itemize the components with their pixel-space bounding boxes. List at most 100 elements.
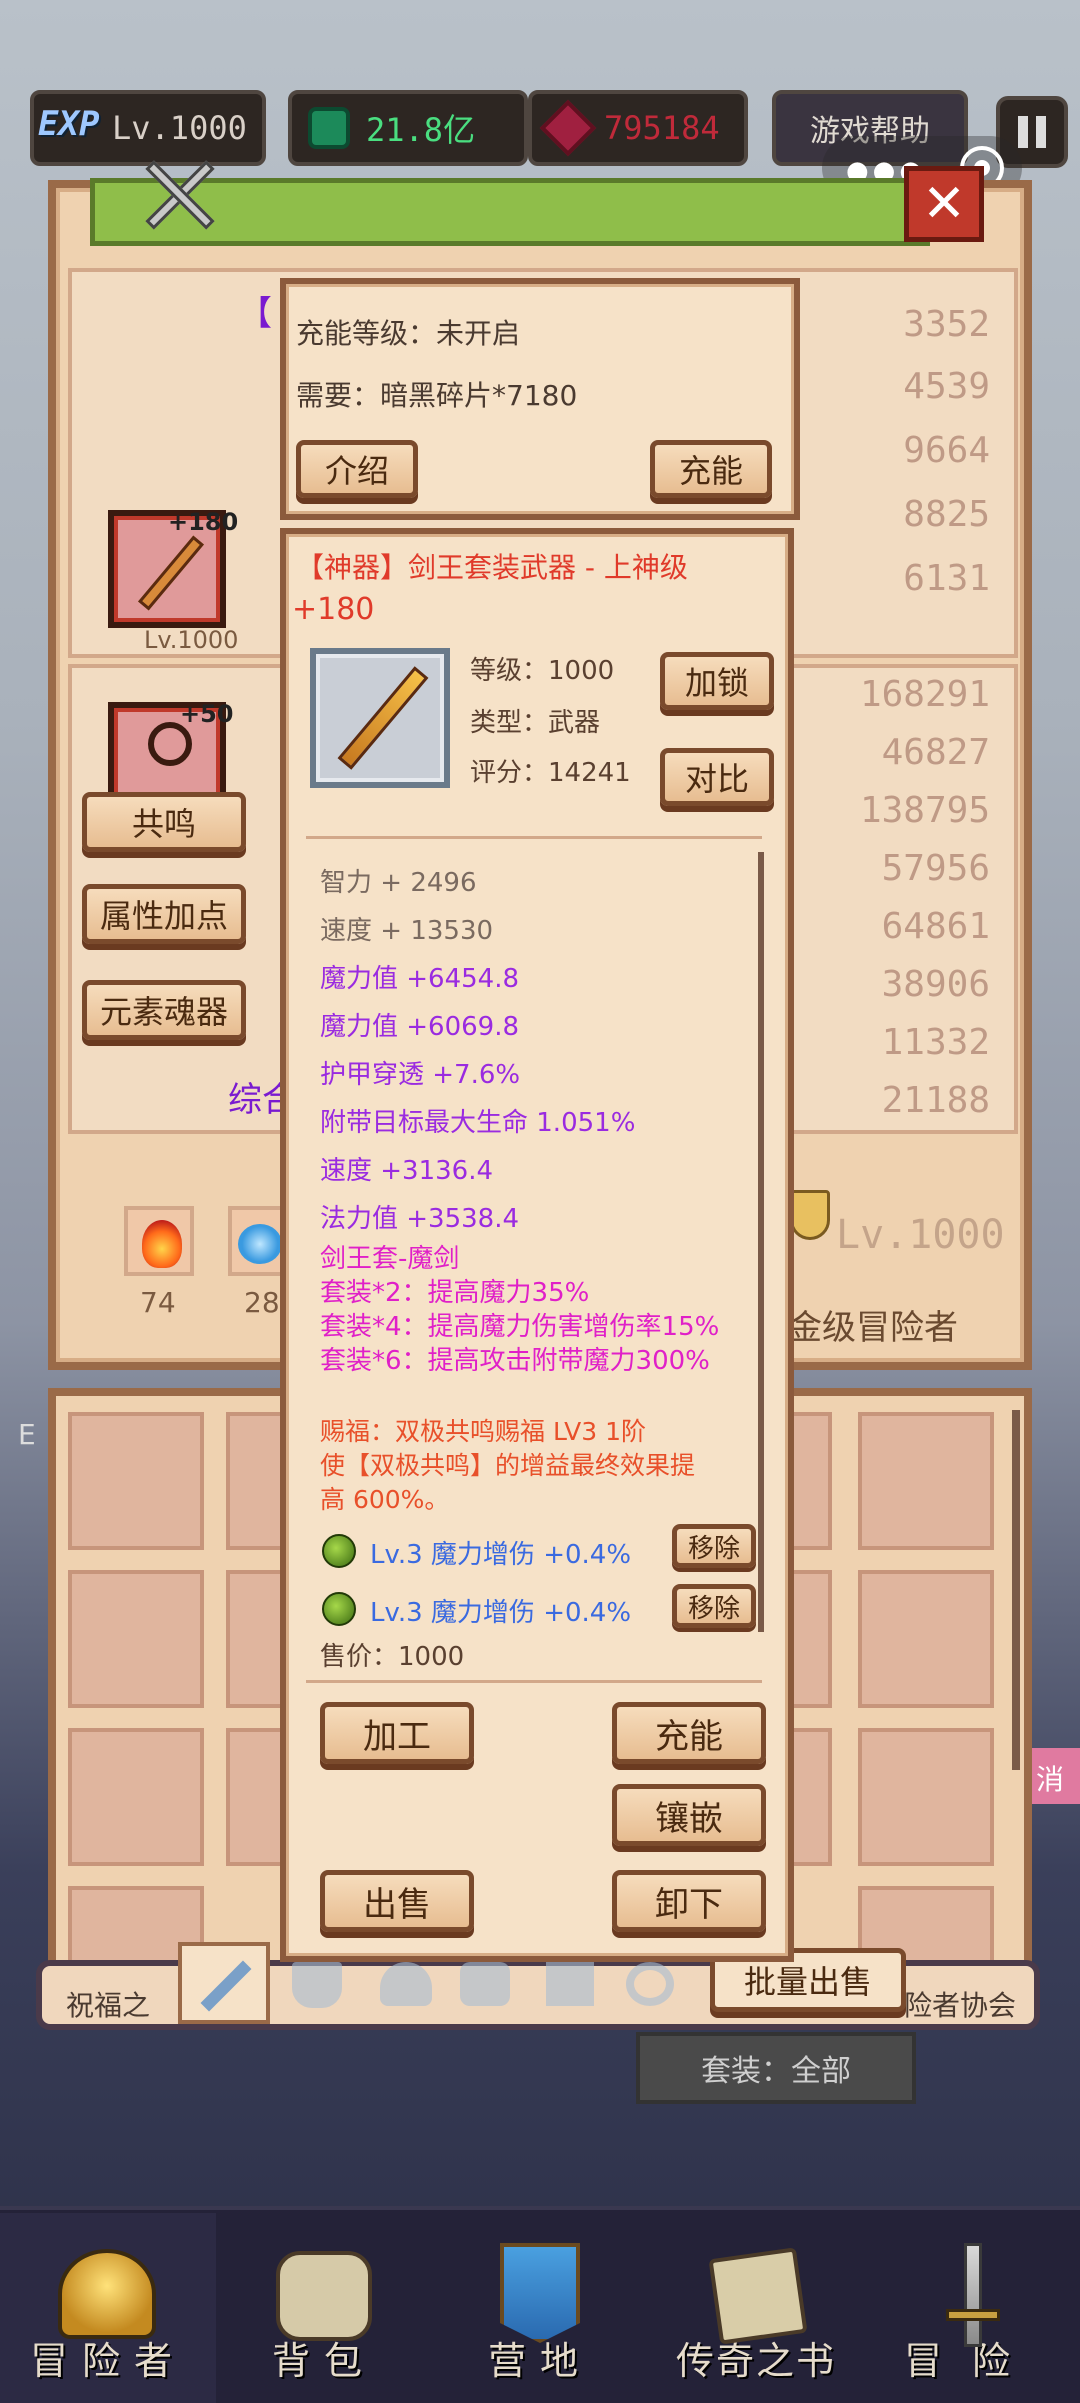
item-icon-frame — [310, 648, 450, 788]
charge-requirement-text: 需要：暗黑碎片*7180 — [296, 379, 578, 412]
item-score: 评分：14241 — [470, 758, 631, 788]
set-bonus: 套装*6：提高攻击附带魔力300% — [320, 1346, 710, 1376]
charge-button[interactable]: 充能 — [612, 1702, 766, 1764]
set-name: 剑王套-魔剑 — [320, 1244, 460, 1274]
attribute-line: 护甲穿透 +7.6% — [320, 1060, 521, 1090]
element-soul-button[interactable]: 元素魂器 — [82, 980, 246, 1040]
stat-value: 64861 — [881, 906, 990, 947]
lock-button[interactable]: 加锁 — [660, 652, 774, 710]
accessory-slot-plus: +50 — [180, 700, 234, 728]
nav-legend-book[interactable]: 传奇之书 — [648, 2213, 864, 2403]
adventurer-guild-fragment: 险者协会 — [904, 1989, 1017, 2022]
blessing-line: 高 600%。 — [320, 1485, 450, 1514]
pause-icon-bar — [1036, 116, 1046, 148]
sell-price: 售价：1000 — [320, 1642, 465, 1672]
set-filter-dropdown[interactable]: 套装：全部 — [636, 2032, 916, 2104]
cancel-fragment: 消 — [1036, 1763, 1065, 1796]
compare-button[interactable]: 对比 — [660, 748, 774, 806]
attribute-line: 魔力值 +6454.8 — [320, 964, 520, 994]
stat-value: 4539 — [903, 366, 990, 407]
backpack-icon — [276, 2251, 372, 2341]
pause-icon — [1018, 116, 1028, 148]
gems-count: 21.8亿 — [366, 111, 476, 149]
green-gem-icon — [322, 1592, 356, 1626]
fire-element-count: 74 — [140, 1286, 176, 1319]
inventory-slot[interactable] — [858, 1728, 994, 1866]
attributes-scrollbar[interactable] — [758, 852, 764, 1632]
stat-value: 3352 — [903, 304, 990, 345]
tab-armor[interactable] — [292, 1962, 342, 2008]
stat-value: 9664 — [903, 430, 990, 471]
water-element-icon[interactable] — [228, 1206, 288, 1276]
rubies-count: 795184 — [604, 109, 720, 147]
nav-backpack[interactable]: 背包 — [216, 2213, 432, 2403]
stat-value: 38906 — [881, 964, 990, 1005]
stat-value: 11332 — [881, 1022, 990, 1063]
shield-icon — [790, 1190, 830, 1240]
rubies-pill: 795184 — [528, 90, 748, 166]
resonance-button[interactable]: 共鸣 — [82, 792, 246, 852]
stat-value: 57956 — [881, 848, 990, 889]
inventory-scrollbar[interactable] — [1012, 1410, 1020, 1770]
item-type: 类型：武器 — [470, 708, 601, 738]
item-level: 等级：1000 — [470, 656, 615, 686]
compare-label: 对比 — [684, 760, 749, 798]
bulk-sell-label: 批量出售 — [743, 1963, 872, 2001]
remove-gem-button[interactable]: 移除 — [672, 1524, 756, 1568]
close-icon: ✕ — [922, 174, 966, 234]
intro-button[interactable]: 介绍 — [296, 440, 418, 498]
water-element-count: 28 — [244, 1286, 280, 1319]
tab-boots[interactable] — [460, 1962, 510, 2006]
remove-gem-label: 移除 — [687, 1533, 740, 1564]
amulet-icon — [148, 722, 192, 766]
remove-gem-label: 移除 — [687, 1593, 740, 1624]
set-bonus: 套装*2：提高魔力35% — [320, 1278, 590, 1308]
remove-gem-button[interactable]: 移除 — [672, 1584, 756, 1628]
blessing-fragment: 祝福之 — [66, 1989, 151, 2022]
gem-line: Lv.3 魔力增伤 +0.4% — [370, 1540, 632, 1570]
weapon-slot-plus: +180 — [168, 508, 239, 536]
player-level-text: Lv.1000 — [112, 109, 247, 147]
tab-ring[interactable] — [626, 1962, 674, 2006]
item-title: 【神器】剑王套装武器 - 上神级 — [296, 551, 688, 584]
nav-adventurer[interactable]: 冒险者 — [0, 2213, 216, 2403]
lock-label: 加锁 — [684, 664, 749, 702]
unequip-button[interactable]: 卸下 — [612, 1870, 766, 1932]
divider — [306, 836, 762, 839]
inventory-slot[interactable] — [858, 1570, 994, 1708]
stat-value: 8825 — [903, 494, 990, 535]
element-soul-label: 元素魂器 — [99, 993, 228, 1031]
weapon-slot-level: Lv.1000 — [144, 626, 239, 654]
inventory-slot[interactable] — [68, 1570, 204, 1708]
golden-sword-icon — [337, 666, 429, 770]
tab-helmet[interactable] — [380, 1962, 432, 2006]
inlay-label: 镶嵌 — [655, 1798, 723, 1839]
tab-weapons[interactable] — [178, 1942, 270, 2024]
nav-camp[interactable]: 营地 — [432, 2213, 648, 2403]
inlay-button[interactable]: 镶嵌 — [612, 1784, 766, 1846]
inventory-slot[interactable] — [68, 1412, 204, 1550]
attribute-points-button[interactable]: 属性加点 — [82, 884, 246, 944]
stat-value: 21188 — [881, 1080, 990, 1121]
process-button[interactable]: 加工 — [320, 1702, 474, 1764]
charge-popup-charge-button[interactable]: 充能 — [650, 440, 772, 498]
charge-label: 充能 — [655, 1716, 723, 1757]
resonance-label: 共鸣 — [131, 805, 196, 843]
gem-line: Lv.3 魔力增伤 +0.4% — [370, 1598, 632, 1628]
tab-belt[interactable] — [546, 1962, 594, 2006]
charge-level-text: 充能等级：未开启 — [296, 317, 521, 350]
sword-icon — [137, 535, 205, 611]
close-panel-button[interactable]: ✕ — [904, 166, 984, 242]
player-title: 金级冒险者 — [788, 1308, 958, 1348]
helmet-icon — [58, 2249, 156, 2339]
intro-label: 介绍 — [324, 452, 389, 490]
sell-button[interactable]: 出售 — [320, 1870, 474, 1932]
nav-adventure[interactable]: 冒险 — [864, 2213, 1080, 2403]
sword-guard — [946, 2309, 1000, 2321]
inventory-slot[interactable] — [68, 1728, 204, 1866]
attribute-line: 智力 + 2496 — [320, 868, 477, 898]
sell-label: 出售 — [363, 1884, 431, 1925]
fire-element-icon[interactable] — [124, 1206, 194, 1276]
attribute-line: 魔力值 +6069.8 — [320, 1012, 520, 1042]
inventory-slot[interactable] — [858, 1412, 994, 1550]
